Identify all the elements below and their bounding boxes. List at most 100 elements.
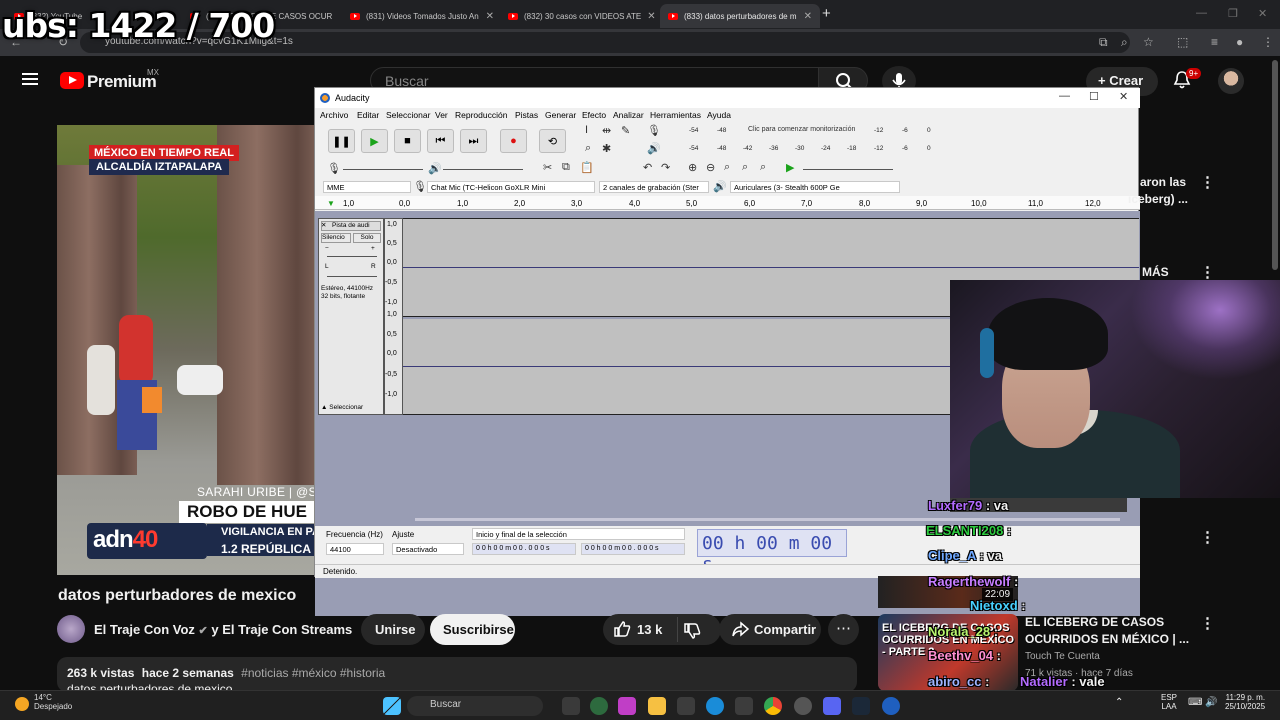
youtube-premium-label[interactable]: Premium xyxy=(87,72,157,92)
play-speed-slider[interactable] xyxy=(803,169,893,170)
menu-archivo[interactable]: Archivo xyxy=(320,110,348,120)
chrome-icon[interactable] xyxy=(764,697,782,715)
more-options-icon[interactable]: ⋮ xyxy=(1200,528,1215,546)
taskbar-search-input[interactable]: Buscar xyxy=(407,696,543,716)
more-options-icon[interactable]: ⋮ xyxy=(1200,173,1215,191)
zoom-tool-icon[interactable]: ⌕ xyxy=(585,142,591,155)
avatar[interactable] xyxy=(1218,68,1244,94)
selection-end-field[interactable]: 0 0 h 0 0 m 0 0 . 0 0 0 s xyxy=(581,543,685,555)
menu-efecto[interactable]: Efecto xyxy=(582,110,606,120)
browser-tab-4[interactable]: (832) 30 casos con VIDEOS ATE ✕ xyxy=(500,4,660,28)
volume-icon[interactable]: 🔊 xyxy=(1205,697,1217,708)
play-meter-icon[interactable]: 🔊 xyxy=(647,142,661,155)
new-tab-button[interactable]: + xyxy=(822,5,831,22)
track-name-button[interactable]: Pista de audi xyxy=(321,221,381,231)
app-icon[interactable] xyxy=(735,697,753,715)
playback-device-select[interactable]: Auriculares (3- Stealth 600P Ge xyxy=(730,181,900,193)
discord-icon[interactable] xyxy=(823,697,841,715)
page-scrollbar[interactable] xyxy=(1272,60,1278,270)
widgets-icon[interactable] xyxy=(590,697,608,715)
menu-herramientas[interactable]: Herramientas xyxy=(650,110,701,120)
timeline-ruler[interactable]: ▼ 1,0 0,0 1,0 2,0 3,0 4,0 5,0 6,0 7,0 8,… xyxy=(315,196,1140,210)
menu-seleccionar[interactable]: Seleccionar xyxy=(386,110,430,120)
dislike-button[interactable] xyxy=(683,622,701,643)
horizontal-scrollbar[interactable] xyxy=(415,518,1120,521)
audacity-taskbar-icon[interactable] xyxy=(882,697,900,715)
rec-title-fragment-2[interactable]: iceberg) ... xyxy=(1128,192,1188,206)
chevron-up-icon[interactable]: ⌃ xyxy=(1115,697,1123,708)
weather-widget[interactable]: 14°C Despejado xyxy=(14,693,72,711)
menu-analizar[interactable]: Analizar xyxy=(613,110,644,120)
zoom-out-icon[interactable]: ⊖ xyxy=(706,161,715,174)
more-options-icon[interactable]: ⋮ xyxy=(1200,263,1215,281)
video-description[interactable]: 263 k vistas hace 2 semanas #noticias #m… xyxy=(57,657,857,696)
recording-device-select[interactable]: Chat Mic (TC-Helicon GoXLR Mini xyxy=(427,181,595,193)
paste-icon[interactable]: 📋 xyxy=(580,161,594,174)
rec-channel[interactable]: Touch Te Cuenta xyxy=(1025,651,1100,662)
store-icon[interactable] xyxy=(677,697,695,715)
project-rate-select[interactable]: 44100 xyxy=(326,543,384,555)
close-icon[interactable]: ✕ xyxy=(647,11,655,22)
mute-button[interactable]: Silencio xyxy=(321,233,351,243)
hamburger-menu-icon[interactable] xyxy=(22,73,38,85)
audio-position-display[interactable]: 00 h 00 m 00 s xyxy=(697,529,847,575)
draw-tool-icon[interactable]: ✎ xyxy=(621,124,630,137)
channels-select[interactable]: 2 canales de grabación (Ster xyxy=(599,181,709,193)
cut-icon[interactable]: ✂ xyxy=(543,161,552,174)
menu-reproduccion[interactable]: Reproducción xyxy=(455,110,507,120)
more-options-icon[interactable]: ⋮ xyxy=(1200,614,1215,632)
track-control-panel[interactable]: Pista de audi ✕ Silencio Solo − + L R Es… xyxy=(318,218,384,415)
menu-ayuda[interactable]: Ayuda xyxy=(707,110,731,120)
undo-icon[interactable]: ↶ xyxy=(643,161,652,174)
chrome-menu-icon[interactable]: ⋮ xyxy=(1262,35,1274,49)
selection-mode-select[interactable]: Inicio y final de la selección xyxy=(472,528,685,540)
playback-meter[interactable]: -54 -48 -42 -36 -30 -24 -18 -12 -6 0 xyxy=(663,143,935,155)
close-icon[interactable]: ✕ xyxy=(804,11,812,22)
subscribe-button[interactable]: Suscribirse xyxy=(430,614,515,645)
channel-avatar[interactable] xyxy=(57,615,85,643)
zoom-toggle-icon[interactable]: ⌕ xyxy=(760,161,766,174)
github-icon[interactable] xyxy=(794,697,812,715)
close-icon[interactable]: ✕ xyxy=(486,11,494,22)
minimize-icon[interactable]: — xyxy=(1059,90,1070,102)
menu-ver[interactable]: Ver xyxy=(435,110,448,120)
maximize-icon[interactable]: ❐ xyxy=(1228,7,1238,20)
menu-generar[interactable]: Generar xyxy=(545,110,576,120)
multi-tool-icon[interactable]: ✱ xyxy=(602,142,611,155)
rec-title-line2[interactable]: OCURRIDOS EN MÉXICO | ... xyxy=(1025,632,1189,646)
minimize-icon[interactable]: — xyxy=(1196,7,1207,19)
selection-tool-icon[interactable]: I xyxy=(585,124,588,136)
system-clock[interactable]: 11:29 p. m. 25/10/2025 xyxy=(1225,693,1265,711)
task-view-icon[interactable] xyxy=(562,697,580,715)
browser-tab-3[interactable]: (831) Videos Tomados Justo An ✕ xyxy=(342,4,502,28)
skip-start-button[interactable]: ⏮ xyxy=(427,129,454,153)
browser-tab-active[interactable]: (833) datos perturbadores de m ✕ xyxy=(660,4,820,28)
install-app-icon[interactable]: ⧉ xyxy=(1099,35,1108,50)
record-volume-slider[interactable] xyxy=(343,169,423,170)
share-button[interactable]: Compartir xyxy=(719,614,821,645)
audio-host-select[interactable]: MME xyxy=(323,181,411,193)
gain-slider[interactable] xyxy=(327,256,377,257)
maximize-icon[interactable]: ☐ xyxy=(1089,90,1099,103)
like-button[interactable] xyxy=(613,620,631,641)
join-button[interactable]: Unirse xyxy=(361,614,425,645)
record-button[interactable]: ● xyxy=(500,129,527,153)
pause-button[interactable]: ❚❚ xyxy=(328,129,355,153)
menu-pistas[interactable]: Pistas xyxy=(515,110,538,120)
youtube-logo-icon[interactable] xyxy=(60,72,84,89)
edge-icon[interactable] xyxy=(706,697,724,715)
menu-editar[interactable]: Editar xyxy=(357,110,379,120)
play-at-speed-icon[interactable]: ▶ xyxy=(786,161,794,174)
solo-button[interactable]: Solo xyxy=(353,233,381,243)
profile-icon[interactable]: ● xyxy=(1236,35,1243,49)
close-icon[interactable]: ✕ xyxy=(1119,90,1128,103)
zoom-in-icon[interactable]: ⊕ xyxy=(688,161,697,174)
fit-selection-icon[interactable]: ⌕ xyxy=(724,161,730,174)
bookmark-star-icon[interactable]: ☆ xyxy=(1143,35,1154,49)
snap-select[interactable]: Desactivado xyxy=(392,543,464,555)
play-button[interactable]: ▶ xyxy=(361,129,388,153)
select-track-button[interactable]: ▲ Seleccionar xyxy=(321,404,381,414)
audacity-titlebar[interactable]: Audacity — ☐ ✕ xyxy=(315,88,1140,108)
copilot-icon[interactable] xyxy=(618,697,636,715)
pan-slider[interactable] xyxy=(327,276,377,277)
